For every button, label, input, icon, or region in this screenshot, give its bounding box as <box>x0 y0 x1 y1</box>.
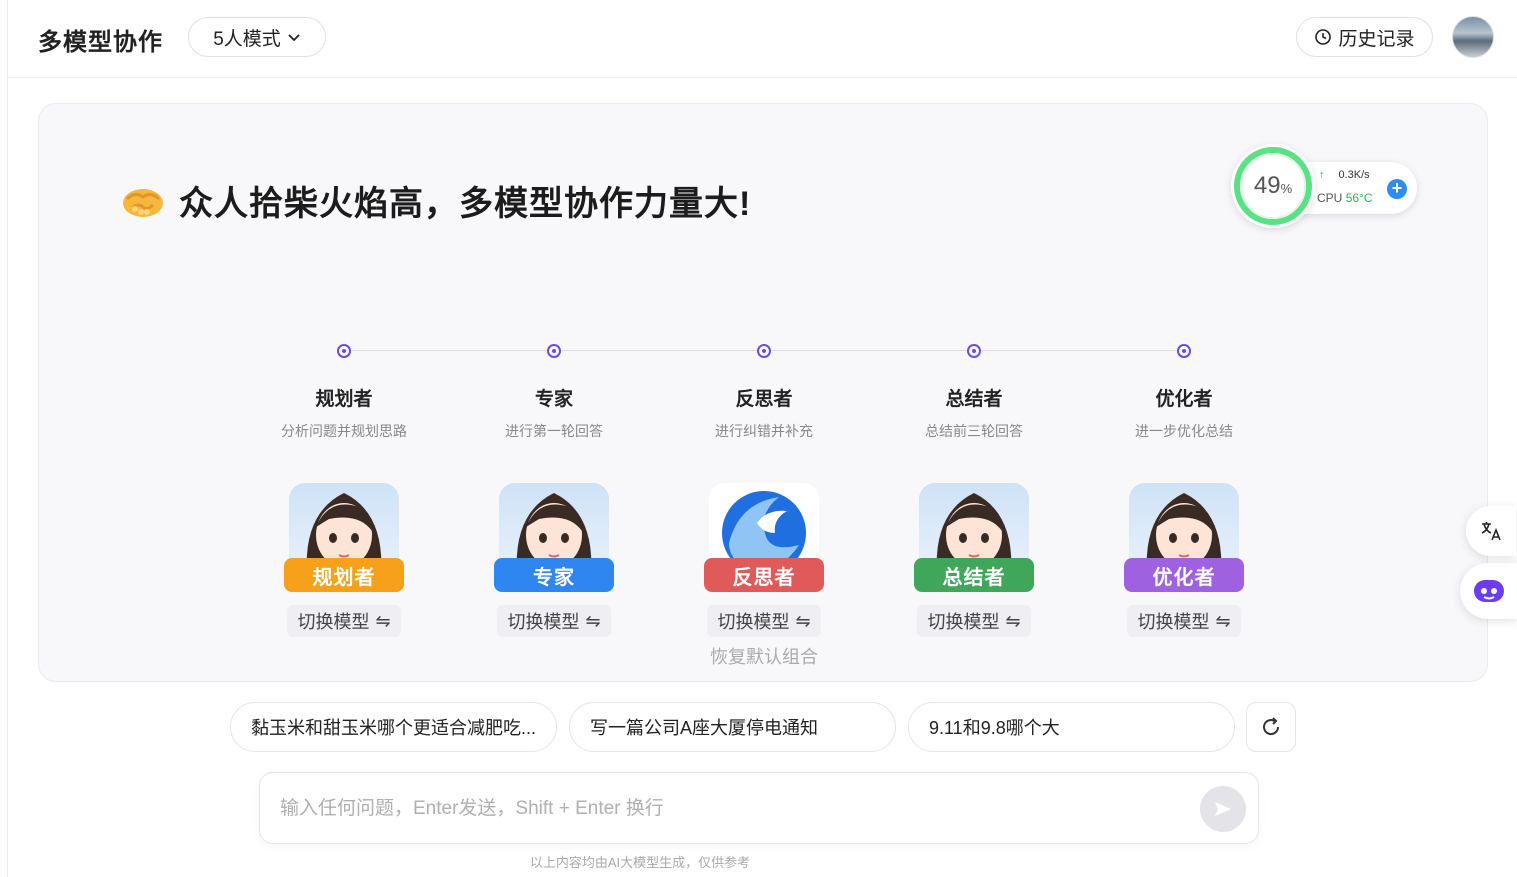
swap-arrows-icon: ⇋ <box>585 610 601 631</box>
role-name: 专家 <box>534 389 573 410</box>
role-badge: 专家 <box>494 558 614 592</box>
user-avatar[interactable] <box>1452 16 1494 58</box>
refresh-icon <box>1263 717 1280 736</box>
switch-model-label: 切换模型 <box>507 612 580 632</box>
app-title: 多模型协作 <box>38 29 163 56</box>
history-label: 历史记录 <box>1338 28 1415 50</box>
role-desc: 总结前三轮回答 <box>925 423 1023 439</box>
switch-model-button[interactable]: 切换模型 ⇋ <box>287 605 401 637</box>
role-name: 优化者 <box>1155 389 1213 410</box>
cpu-row: CPU 56°C <box>1317 191 1373 205</box>
cpu-temp: 56°C <box>1345 191 1373 205</box>
chat-input[interactable] <box>280 793 1180 825</box>
hero-banner: 众人拾柴火焰高，多模型协作力量大! <box>121 176 751 225</box>
timeline-dot <box>757 344 771 358</box>
mode-select-label: 5人模式 <box>213 28 281 50</box>
suggestion-chip-3[interactable]: 9.11和9.8哪个大 <box>908 702 1235 752</box>
suggestion-chip-2[interactable]: 写一篇公司A座大厦停电通知 <box>569 702 896 752</box>
memory-gauge: 49% <box>1231 144 1315 228</box>
role-badge: 优化者 <box>1124 558 1244 592</box>
role-name: 总结者 <box>945 389 1003 410</box>
role-planner: 规划者 分析问题并规划思路 规划者 切换模型 ⇋ <box>254 344 434 637</box>
ai-disclaimer: 以上内容均由AI大模型生成，仅供参考 <box>529 855 751 870</box>
role-badge: 规划者 <box>284 558 404 592</box>
swap-arrows-icon: ⇋ <box>1215 610 1231 631</box>
collaboration-card: 众人拾柴火焰高，多模型协作力量大! 49% ↑ 0.3K/s CPU 56°C … <box>38 103 1488 682</box>
timeline-dot <box>1177 344 1191 358</box>
switch-model-button[interactable]: 切换模型 ⇋ <box>917 605 1031 637</box>
timeline-dot <box>337 344 351 358</box>
suggestion-chip-1[interactable]: 黏玉米和甜玉米哪个更适合减肥吃... <box>230 702 557 752</box>
net-speed-row: ↑ 0.3K/s <box>1319 169 1370 181</box>
role-desc: 进一步优化总结 <box>1135 423 1233 439</box>
chevron-down-icon <box>288 34 300 42</box>
role-portrait: 专家 <box>494 483 614 593</box>
role-optimizer: 优化者 进一步优化总结 优化者 切换模型 ⇋ <box>1094 344 1274 637</box>
history-button[interactable]: 历史记录 <box>1296 17 1433 57</box>
role-summarizer: 总结者 总结前三轮回答 总结者 切换模型 ⇋ <box>884 344 1064 637</box>
switch-model-label: 切换模型 <box>927 612 1000 632</box>
translate-icon <box>1481 522 1501 541</box>
clock-icon <box>1315 29 1332 45</box>
switch-model-button[interactable]: 切换模型 ⇋ <box>497 605 611 637</box>
swap-arrows-icon: ⇋ <box>375 610 391 631</box>
left-edge-divider <box>0 0 8 877</box>
switch-model-label: 切换模型 <box>1137 612 1210 632</box>
upload-arrow-icon: ↑ <box>1319 169 1325 181</box>
bot-icon <box>1473 580 1504 602</box>
timeline-dot <box>967 344 981 358</box>
restore-default-link[interactable]: 恢复默认组合 <box>674 643 854 669</box>
switch-model-button[interactable]: 切换模型 ⇋ <box>707 605 821 637</box>
timeline-dot <box>547 344 561 358</box>
role-badge: 总结者 <box>914 558 1034 592</box>
translate-tool-button[interactable] <box>1466 506 1516 556</box>
switch-model-label: 切换模型 <box>717 612 790 632</box>
swap-arrows-icon: ⇋ <box>1005 610 1021 631</box>
handshake-icon <box>123 188 163 217</box>
assistant-bot-button[interactable] <box>1460 563 1517 619</box>
role-name: 反思者 <box>735 389 793 410</box>
role-portrait: 优化者 <box>1124 483 1244 593</box>
role-desc: 进行第一轮回答 <box>505 423 603 439</box>
chat-input-box <box>259 772 1259 844</box>
role-desc: 进行纠错并补充 <box>715 423 813 439</box>
refresh-suggestions-button[interactable] <box>1246 702 1296 752</box>
role-desc: 分析问题并规划思路 <box>281 423 407 439</box>
swap-arrows-icon: ⇋ <box>795 610 811 631</box>
switch-model-button[interactable]: 切换模型 ⇋ <box>1127 605 1241 637</box>
top-header: 多模型协作 5人模式 历史记录 <box>8 0 1517 78</box>
system-monitor-widget[interactable]: 49% ↑ 0.3K/s CPU 56°C + <box>1231 144 1421 228</box>
net-speed: 0.3K/s <box>1338 169 1370 181</box>
role-expert: 专家 进行第一轮回答 专家 切换模型 ⇋ <box>464 344 644 637</box>
role-name: 规划者 <box>315 389 373 410</box>
cpu-label: CPU <box>1317 191 1343 205</box>
plus-icon[interactable]: + <box>1387 179 1407 199</box>
hero-slogan: 众人拾柴火焰高，多模型协作力量大! <box>179 185 752 223</box>
gauge-value: 49% <box>1253 172 1293 199</box>
role-reflector: 反思者 进行纠错并补充 反思者 切换模型 ⇋ 恢复默认组合 <box>674 344 854 669</box>
role-portrait: 反思者 <box>704 483 824 593</box>
role-badge: 反思者 <box>704 558 824 592</box>
switch-model-label: 切换模型 <box>297 612 370 632</box>
mode-select[interactable]: 5人模式 <box>188 17 326 57</box>
send-icon <box>1215 802 1231 816</box>
role-portrait: 规划者 <box>284 483 404 593</box>
send-button[interactable] <box>1200 786 1246 832</box>
role-portrait: 总结者 <box>914 483 1034 593</box>
